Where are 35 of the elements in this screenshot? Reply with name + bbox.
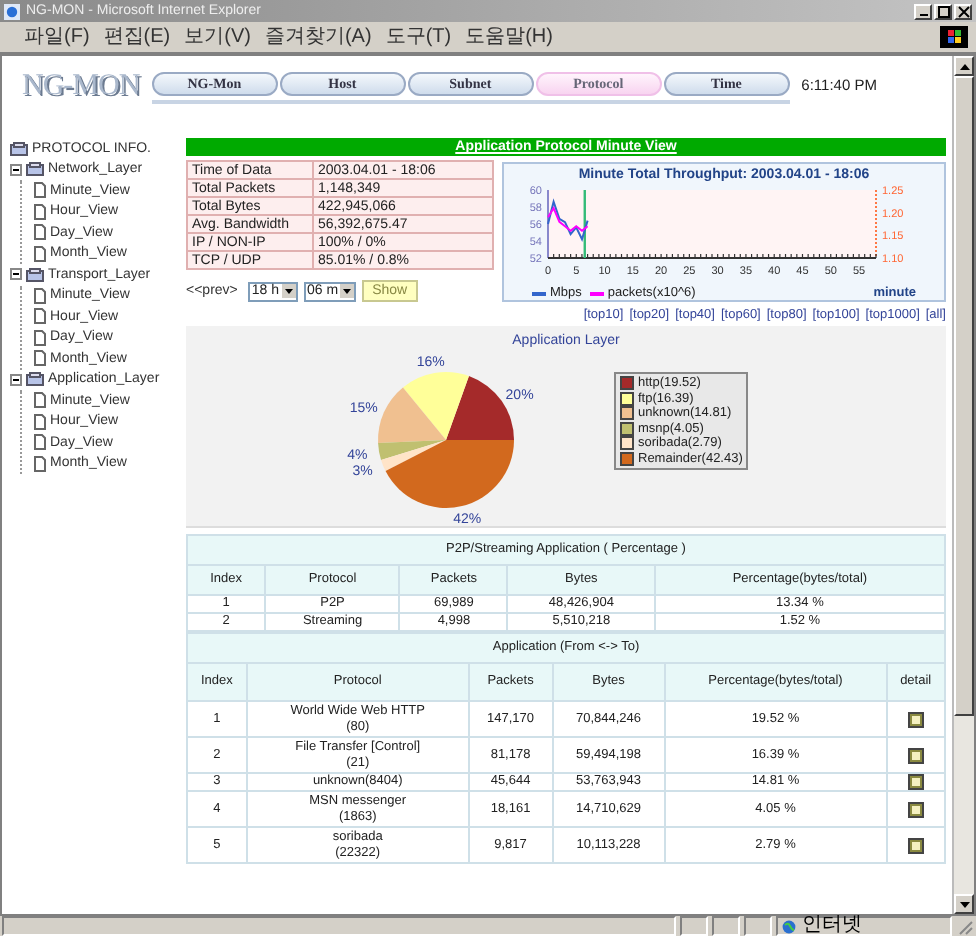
menu-item[interactable]: 편집(E) xyxy=(103,27,171,47)
network-icon xyxy=(26,372,44,387)
scroll-up-button[interactable] xyxy=(954,56,974,76)
expand-icon[interactable] xyxy=(10,163,22,176)
up-arrow-icon xyxy=(959,63,969,69)
status-zone: 인터넷 xyxy=(802,916,862,936)
document-icon[interactable] xyxy=(907,711,924,727)
network-icon xyxy=(26,267,44,282)
menu-item[interactable]: 보기(V) xyxy=(184,27,251,47)
close-icon xyxy=(957,5,969,17)
scroll-down-button[interactable] xyxy=(954,894,974,914)
resize-grip-icon xyxy=(956,917,974,935)
menu-item[interactable]: 즐겨찾기(A) xyxy=(264,27,372,47)
browser-icon xyxy=(4,3,20,19)
down-arrow-icon xyxy=(959,901,969,907)
globe-icon xyxy=(782,919,796,933)
close-button[interactable] xyxy=(954,3,972,19)
windows-logo-icon xyxy=(940,26,968,48)
expand-icon[interactable] xyxy=(10,268,22,281)
logo: NG-MON xyxy=(22,72,140,102)
caret-icon xyxy=(281,284,296,298)
scrollbar[interactable] xyxy=(952,56,974,914)
caret-icon xyxy=(340,284,355,298)
maximize-button[interactable] xyxy=(934,3,952,19)
document-icon[interactable] xyxy=(907,837,924,853)
left-axis xyxy=(547,189,549,259)
menu-item[interactable]: 파일(F) xyxy=(24,27,90,47)
network-icon xyxy=(26,162,44,177)
network-icon xyxy=(10,141,28,156)
expand-icon[interactable] xyxy=(10,373,22,386)
maximize-icon xyxy=(937,5,949,17)
menu-item[interactable]: 도구(T) xyxy=(385,27,452,47)
scroll-thumb[interactable] xyxy=(954,76,974,716)
minimize-button[interactable] xyxy=(914,3,932,19)
menu-item[interactable]: 도움말(H) xyxy=(465,27,553,47)
